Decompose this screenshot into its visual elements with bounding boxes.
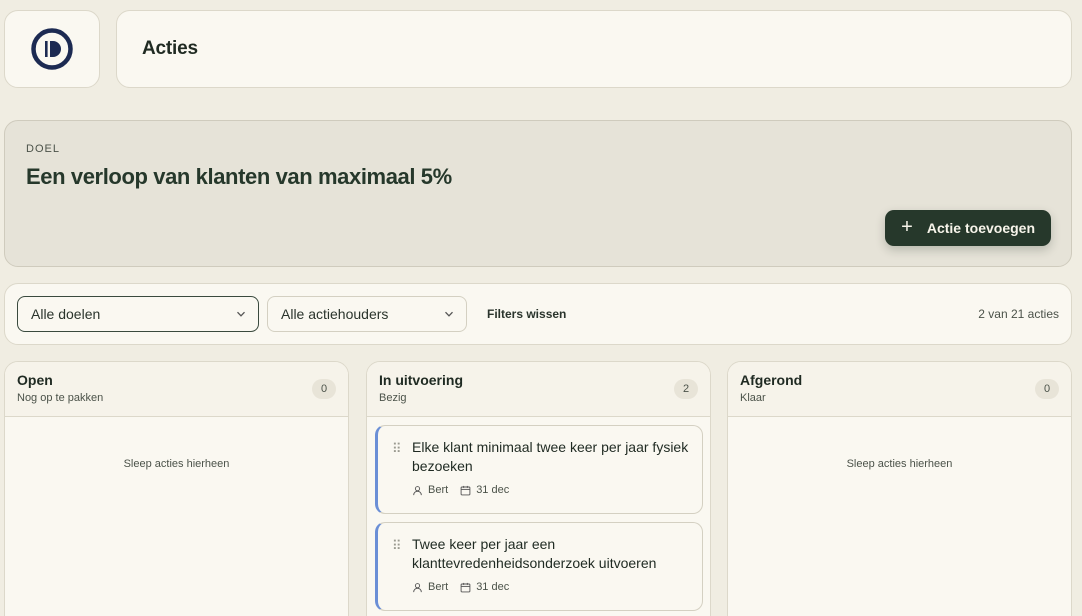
action-title: Twee keer per jaar een klanttevredenheid…: [412, 536, 657, 571]
chevron-down-icon: [445, 311, 453, 317]
column-count-badge: 0: [1035, 379, 1059, 399]
action-meta: Bert 31 dec: [412, 484, 690, 496]
goal-eyebrow: DOEL: [26, 143, 60, 155]
action-owner: Bert: [412, 484, 448, 496]
drop-zone-hint[interactable]: Sleep acties hierheen: [728, 458, 1071, 470]
filter-bar: Alle doelen Alle actiehouders Filters wi…: [4, 283, 1072, 345]
drag-handle-icon[interactable]: ⠿: [392, 538, 401, 554]
user-icon: [413, 485, 422, 495]
goal-panel: DOEL Een verloop van klanten van maximaa…: [4, 120, 1072, 267]
column-subtitle: Klaar: [740, 392, 766, 404]
calendar-icon: [460, 485, 471, 495]
add-action-label: Actie toevoegen: [926, 220, 1035, 236]
logo-container[interactable]: [4, 10, 100, 88]
column-title: Open: [17, 372, 53, 388]
plus-icon: +: [901, 216, 913, 238]
action-owner-name: Bert: [428, 484, 449, 496]
action-owner-name: Bert: [428, 581, 449, 593]
clear-filters-button[interactable]: Filters wissen: [487, 307, 566, 321]
goal-title: Een verloop van klanten van maximaal 5%: [26, 164, 452, 189]
chevron-down-icon: [237, 311, 245, 317]
owner-filter-value: Alle actiehouders: [281, 306, 389, 322]
column-done: Afgerond Klaar 0 Sleep acties hierheen: [727, 361, 1072, 616]
add-action-button[interactable]: + Actie toevoegen: [885, 210, 1051, 246]
column-header: Open Nog op te pakken 0: [5, 362, 348, 417]
column-open: Open Nog op te pakken 0 Sleep acties hie…: [4, 361, 349, 616]
user-icon: [413, 582, 422, 592]
column-subtitle: Bezig: [379, 392, 407, 404]
page-header: Acties: [116, 10, 1072, 88]
action-due: 31 dec: [460, 484, 509, 496]
action-due-date: 31 dec: [476, 484, 510, 496]
drop-zone-hint[interactable]: Sleep acties hierheen: [5, 458, 348, 470]
column-header: Afgerond Klaar 0: [728, 362, 1071, 417]
owner-filter-select[interactable]: Alle actiehouders: [267, 296, 467, 332]
action-meta: Bert 31 dec: [412, 581, 690, 593]
column-subtitle: Nog op te pakken: [17, 392, 104, 404]
action-owner: Bert: [412, 581, 448, 593]
column-title: Afgerond: [740, 372, 803, 388]
column-header: In uitvoering Bezig 2: [367, 362, 710, 417]
result-count: 2 van 21 acties: [978, 307, 1059, 321]
goal-filter-value: Alle doelen: [31, 306, 101, 322]
column-in-progress: In uitvoering Bezig 2 ⠿ Elke klant minim…: [366, 361, 711, 616]
action-due-date: 31 dec: [476, 581, 510, 593]
page-title: Acties: [142, 38, 198, 59]
action-title: Elke klant minimaal twee keer per jaar f…: [412, 439, 689, 474]
goal-filter-select[interactable]: Alle doelen: [17, 296, 259, 332]
calendar-icon: [460, 582, 471, 592]
column-count-badge: 2: [674, 379, 698, 399]
action-due: 31 dec: [460, 581, 509, 593]
action-card[interactable]: ⠿ Elke klant minimaal twee keer per jaar…: [375, 425, 703, 514]
drag-handle-icon[interactable]: ⠿: [392, 441, 401, 457]
action-card[interactable]: ⠿ Twee keer per jaar een klanttevredenhe…: [375, 522, 703, 611]
logo-icon: [31, 28, 73, 70]
column-title: In uitvoering: [379, 372, 463, 388]
column-count-badge: 0: [312, 379, 336, 399]
